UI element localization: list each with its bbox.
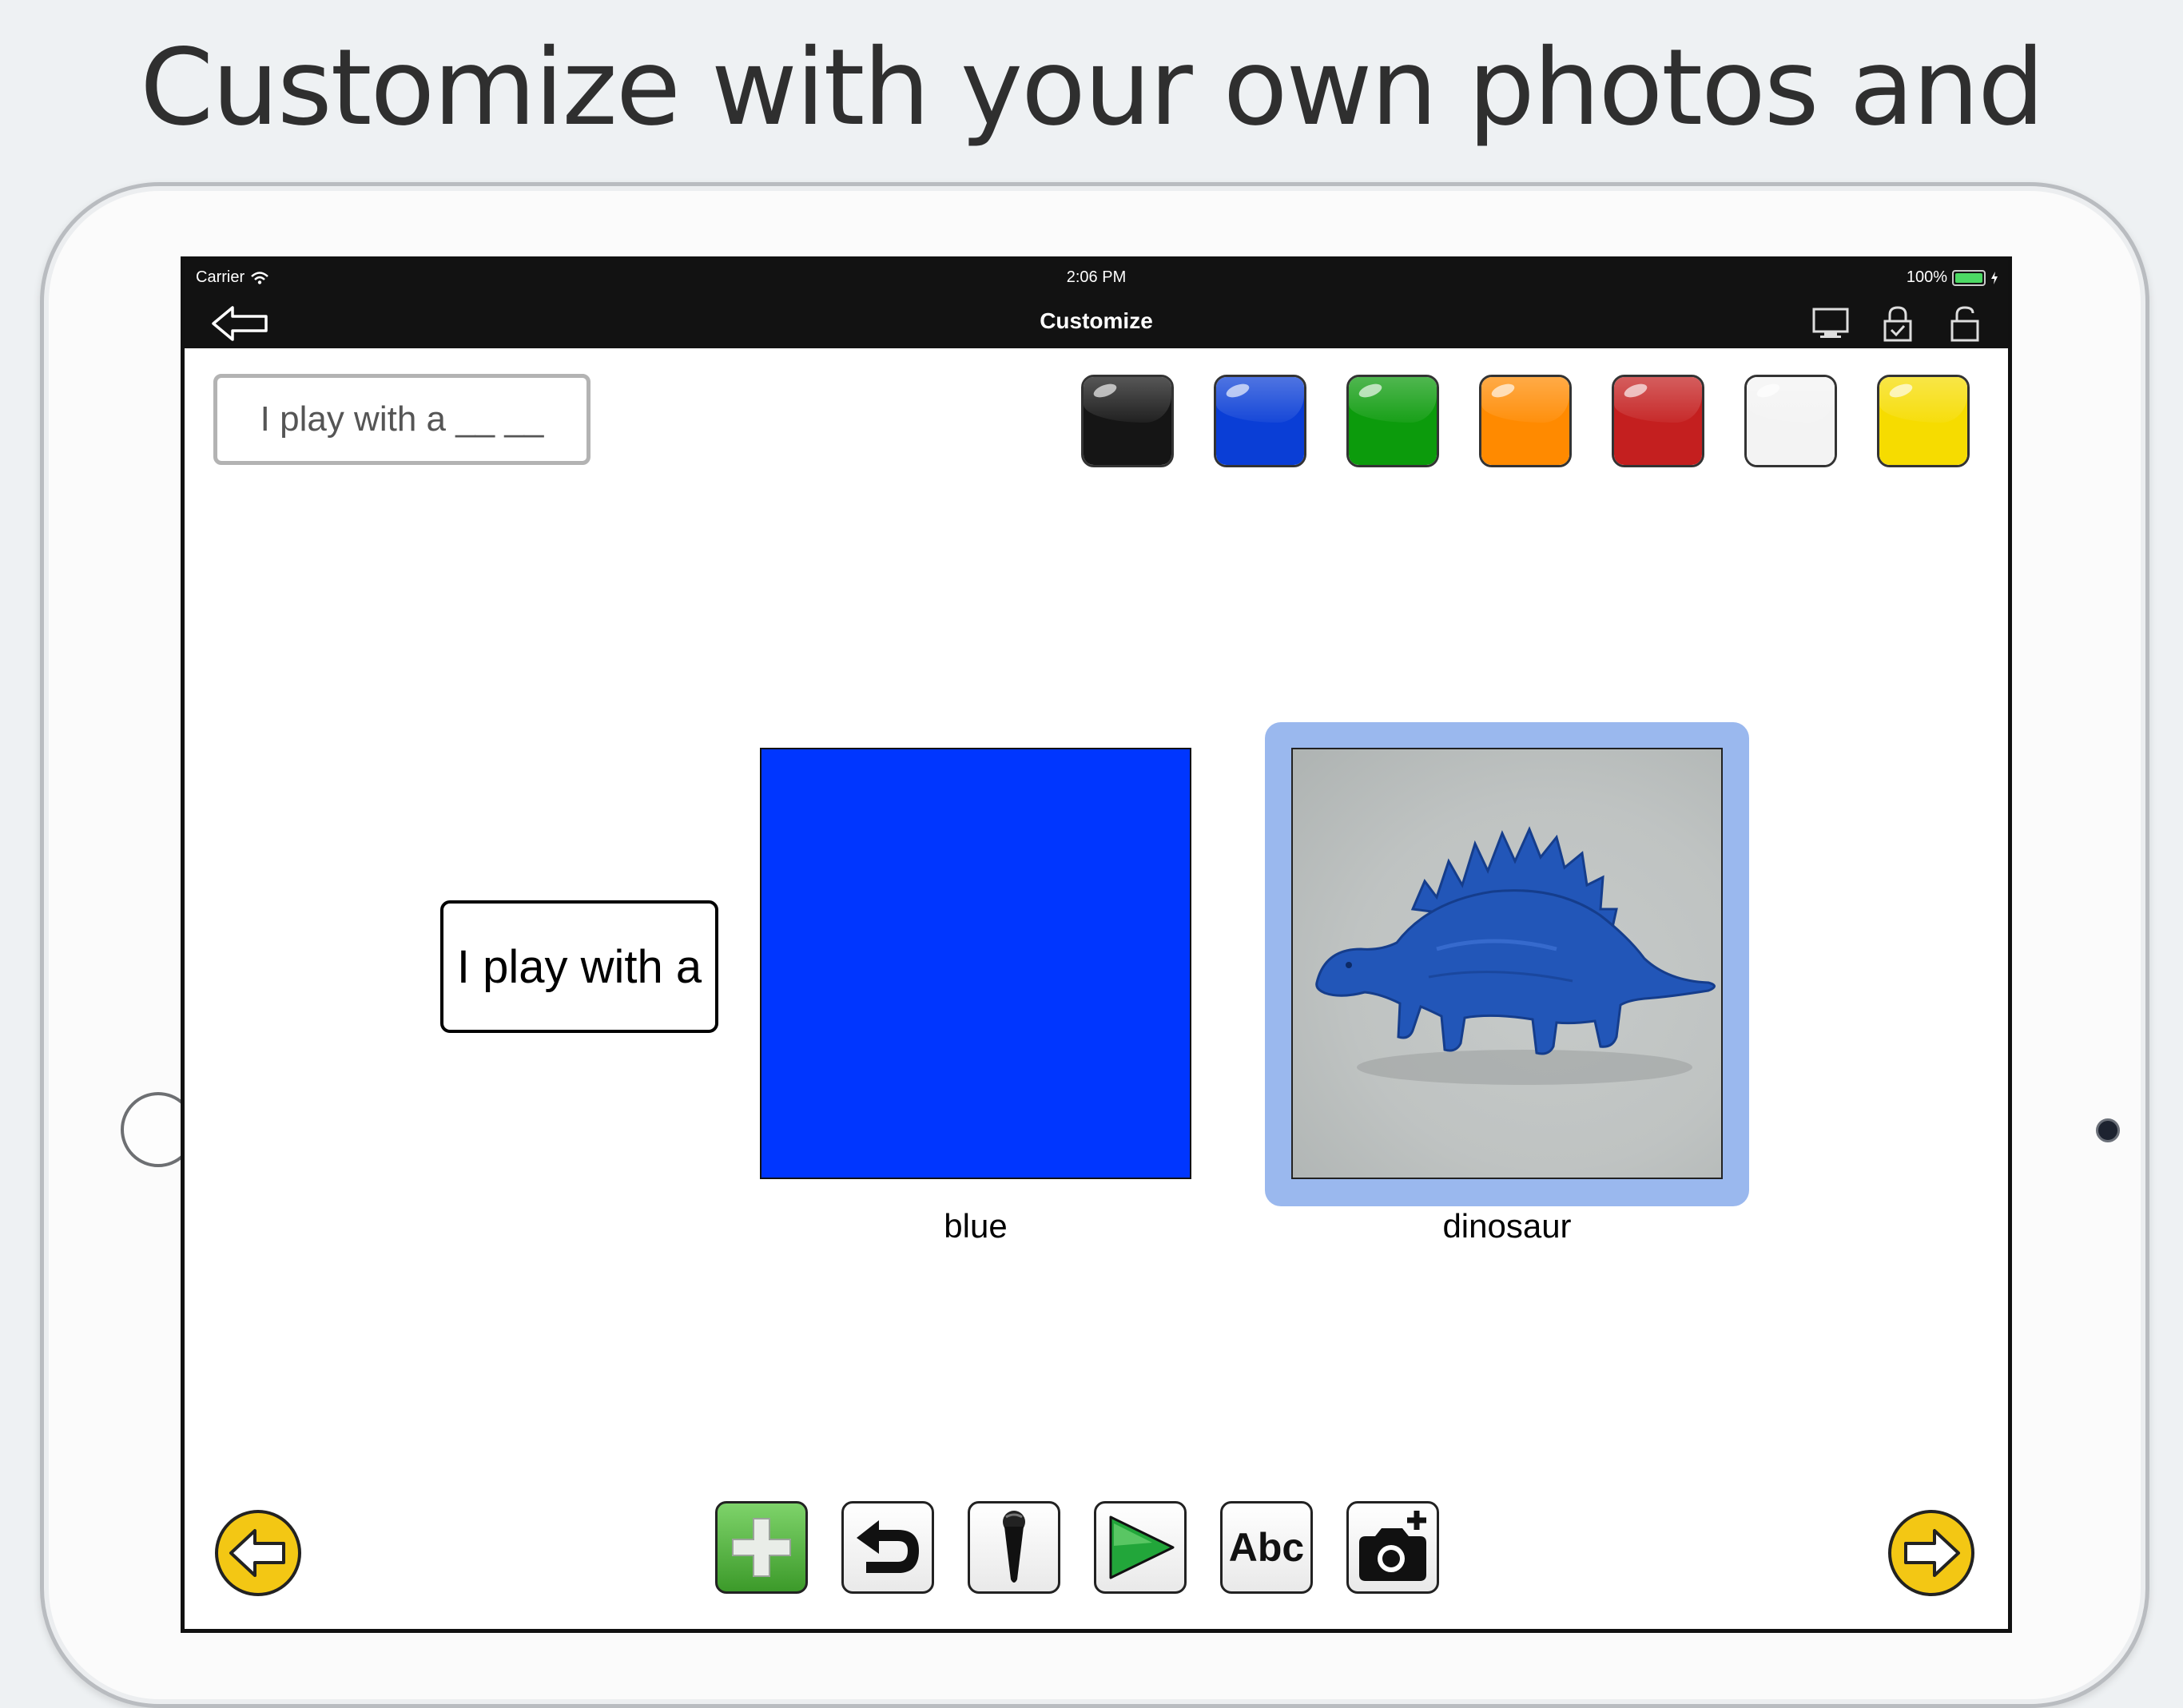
dinosaur-image [1315,826,1716,1085]
microphone-icon [1003,1511,1025,1583]
next-page-icon[interactable] [1887,1508,1976,1598]
status-time: 2:06 PM [1066,268,1127,286]
app-screen: Carrier 2:06 PM 100% Customize I play wi… [181,256,2012,1633]
plus-icon [732,1518,791,1577]
record-button[interactable] [968,1501,1060,1594]
swatch-white[interactable] [1744,375,1837,467]
swatch-black[interactable] [1081,375,1174,467]
add-button[interactable] [715,1501,808,1594]
lock-check-icon[interactable] [1879,305,1917,342]
abc-label: Abc [1228,1525,1305,1570]
sentence-card[interactable]: I play with a [440,900,718,1033]
swatch-orange[interactable] [1479,375,1572,467]
swatch-yellow[interactable] [1877,375,1970,467]
unlock-icon[interactable] [1946,305,1984,342]
monitor-icon[interactable] [1811,305,1850,342]
dinosaur-card-label: dinosaur [1442,1207,1572,1245]
add-photo-button[interactable] [1346,1501,1439,1594]
swatch-blue[interactable] [1214,375,1306,467]
undo-button[interactable] [841,1501,934,1594]
sentence-prompt-field[interactable]: I play with a __ __ [213,374,590,465]
battery-percent: 100% [1906,268,1947,286]
charging-icon [1991,271,1998,284]
dinosaur-photo-card[interactable] [1291,748,1723,1179]
play-icon [1109,1515,1175,1579]
status-bar: Carrier 2:06 PM 100% [185,260,2008,296]
front-camera [2096,1118,2120,1142]
nav-title: Customize [1040,308,1153,333]
navigation-bar: Customize [185,296,2008,348]
play-button[interactable] [1094,1501,1187,1594]
text-button[interactable]: Abc [1220,1501,1313,1594]
camera-plus-icon [1359,1511,1426,1581]
previous-page-icon[interactable] [213,1508,303,1598]
swatch-green[interactable] [1346,375,1439,467]
undo-icon [857,1520,919,1573]
battery-indicator: 100% [1907,268,1998,287]
blue-card-label: blue [944,1207,1008,1245]
swatch-red[interactable] [1612,375,1704,467]
battery-icon [1952,269,1986,286]
blue-color-card[interactable] [760,748,1191,1179]
